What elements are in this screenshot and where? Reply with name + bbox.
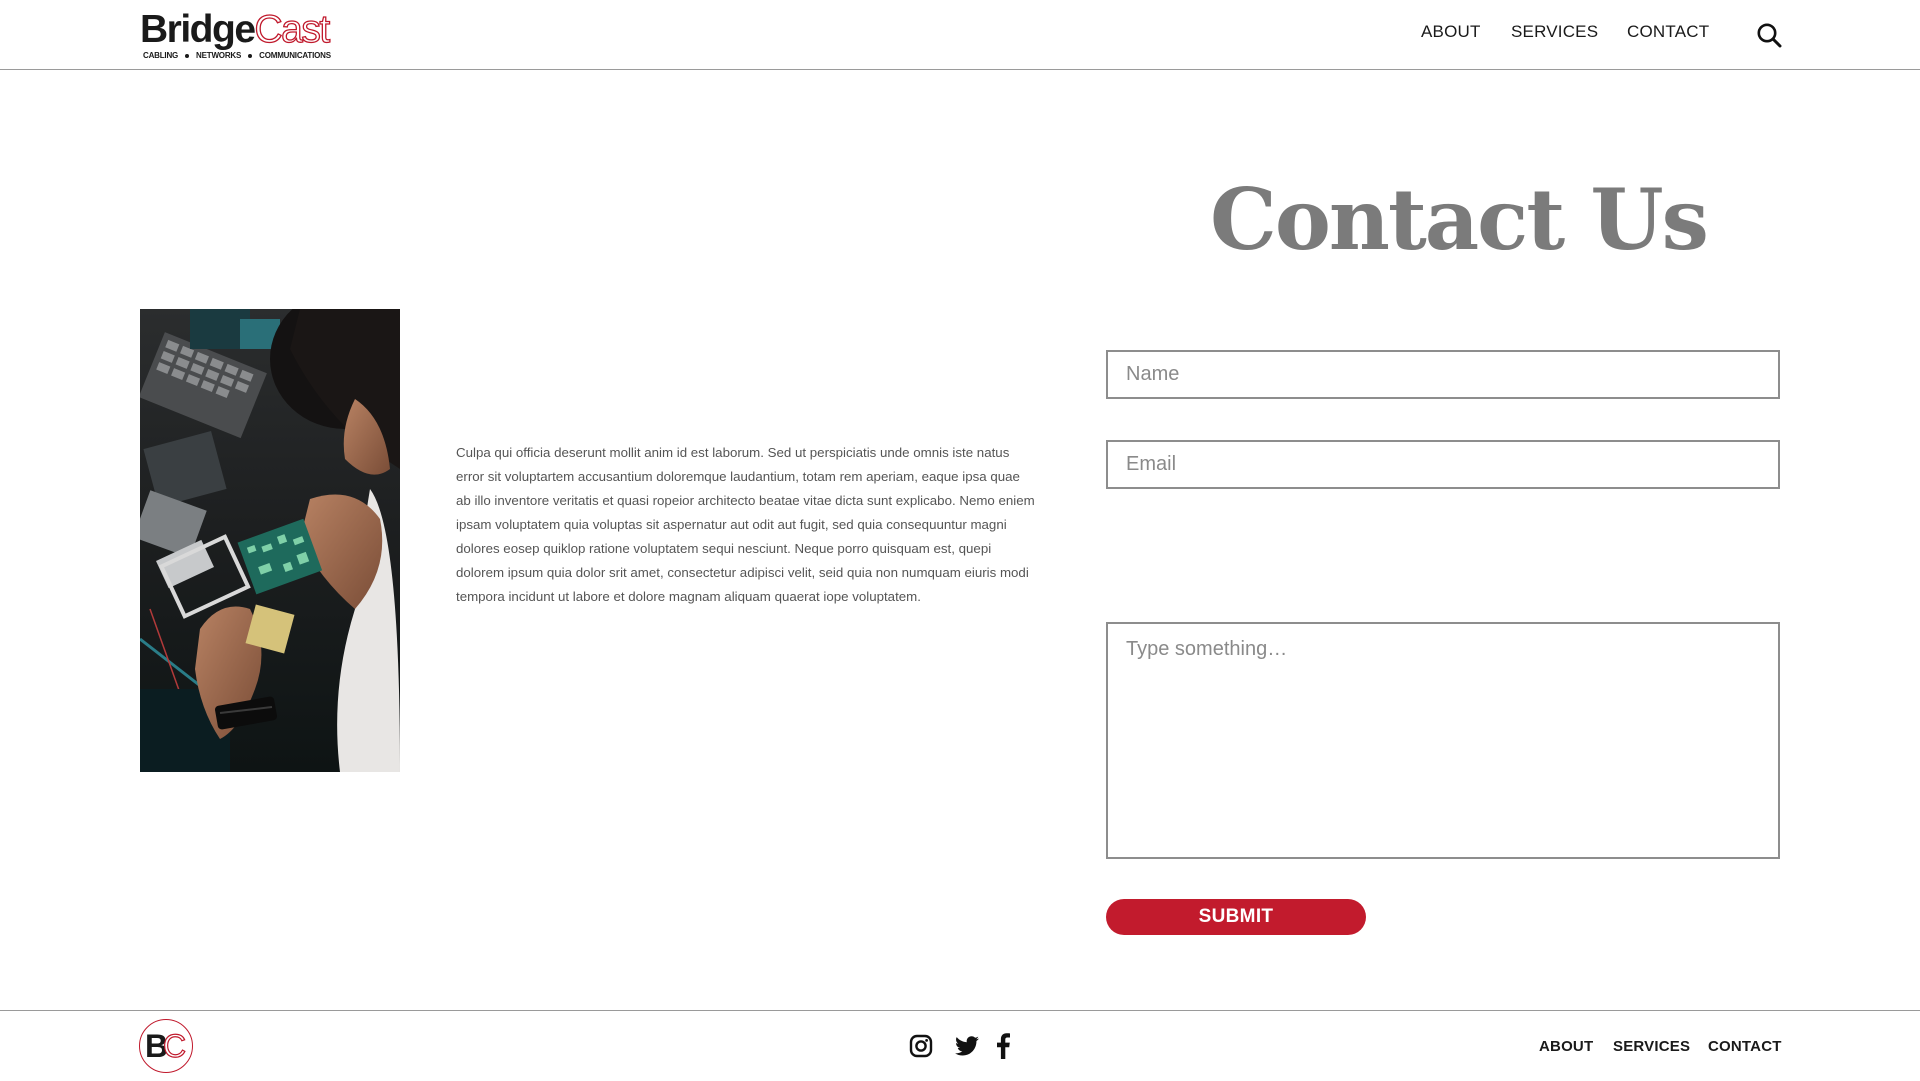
site-footer: B C ABOUT SERVICES CONTACT [0, 1010, 1920, 1081]
brand-logo[interactable]: BridgeCast CABLING NETWORKS COMMUNICATIONS [140, 7, 346, 62]
footer-nav-contact[interactable]: CONTACT [1708, 1038, 1782, 1055]
email-field[interactable] [1106, 440, 1780, 489]
twitter-icon[interactable] [953, 1033, 981, 1059]
logo-word-cast: Cast [254, 7, 331, 51]
technician-illustration [140, 309, 400, 772]
tagline-networks: NETWORKS [196, 51, 242, 60]
page-title: Contact Us [1210, 170, 1709, 269]
footer-nav-about[interactable]: ABOUT [1539, 1038, 1593, 1055]
technician-photo [140, 309, 400, 772]
search-icon[interactable] [1756, 22, 1782, 48]
logo-tagline: CABLING NETWORKS COMMUNICATIONS [143, 51, 331, 60]
logo-word-bridge: Bridge [140, 8, 256, 51]
submit-button[interactable]: SUBMIT [1106, 899, 1366, 935]
footer-logo-c: C [162, 1028, 187, 1064]
name-field[interactable] [1106, 350, 1780, 399]
message-field[interactable] [1106, 622, 1780, 859]
footer-logo[interactable]: B C [139, 1019, 193, 1073]
logo-wordmark: BridgeCast [140, 7, 331, 52]
nav-about[interactable]: ABOUT [1421, 22, 1481, 42]
facebook-icon[interactable] [995, 1033, 1011, 1059]
instagram-icon[interactable] [909, 1033, 933, 1059]
tagline-communications: COMMUNICATIONS [259, 51, 331, 60]
footer-nav-services[interactable]: SERVICES [1613, 1038, 1690, 1055]
nav-contact[interactable]: CONTACT [1627, 22, 1709, 42]
about-paragraph: Culpa qui officia deserunt mollit anim i… [456, 445, 1035, 604]
site-header: BridgeCast CABLING NETWORKS COMMUNICATIONS… [0, 0, 1920, 70]
tagline-dot [185, 53, 190, 58]
tagline-dot [248, 53, 253, 58]
tagline-cabling: CABLING [143, 51, 179, 60]
nav-services[interactable]: SERVICES [1511, 22, 1598, 42]
